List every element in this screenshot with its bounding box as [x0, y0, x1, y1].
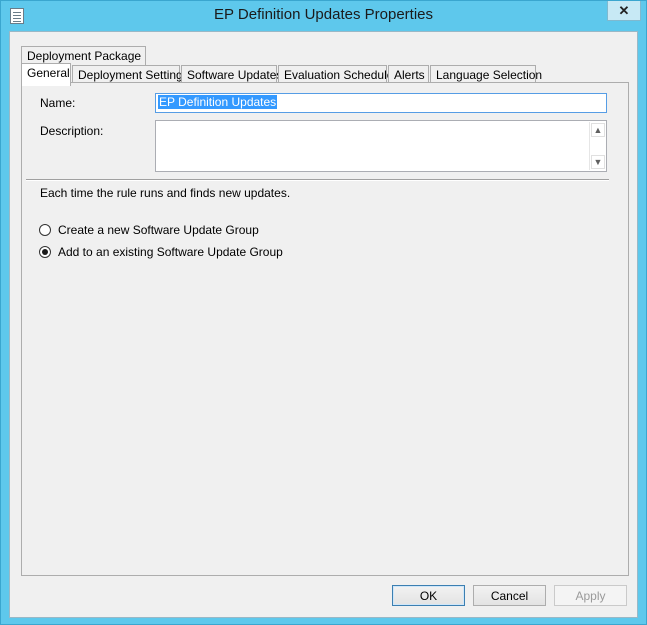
ok-button[interactable]: OK	[392, 585, 465, 606]
cancel-button[interactable]: Cancel	[473, 585, 546, 606]
option-add-existing-group-label: Add to an existing Software Update Group	[58, 245, 283, 259]
rule-description-text: Each time the rule runs and finds new up…	[40, 186, 291, 200]
apply-button[interactable]: Apply	[554, 585, 627, 606]
scroll-up-icon[interactable]: ▲	[591, 123, 605, 137]
window-title: EP Definition Updates Properties	[213, 6, 433, 23]
name-label: Name:	[40, 96, 76, 110]
radio-create-new-group[interactable]	[39, 224, 51, 236]
dialog-body: Deployment Package General Deployment Se…	[9, 31, 638, 618]
close-icon: ✕	[618, 2, 630, 18]
close-button[interactable]: ✕	[607, 1, 641, 21]
option-add-existing-group[interactable]: Add to an existing Software Update Group	[39, 245, 283, 259]
tab-general[interactable]: General	[21, 63, 71, 86]
title-bar[interactable]: EP Definition Updates Properties ✕	[1, 1, 646, 31]
separator	[26, 179, 609, 181]
description-field[interactable]: ▲ ▼	[155, 120, 607, 172]
description-scrollbar[interactable]: ▲ ▼	[589, 122, 605, 170]
properties-window: EP Definition Updates Properties ✕ Deplo…	[0, 0, 647, 625]
scroll-down-icon[interactable]: ▼	[591, 155, 605, 169]
name-field-value: EP Definition Updates	[158, 95, 278, 109]
radio-add-existing-group[interactable]	[39, 246, 51, 258]
option-create-new-group[interactable]: Create a new Software Update Group	[39, 223, 259, 237]
general-tab-panel: Name: EP Definition Updates Description:…	[21, 82, 629, 576]
name-field[interactable]: EP Definition Updates	[155, 93, 607, 113]
description-label: Description:	[40, 124, 104, 138]
option-create-new-group-label: Create a new Software Update Group	[58, 223, 259, 237]
